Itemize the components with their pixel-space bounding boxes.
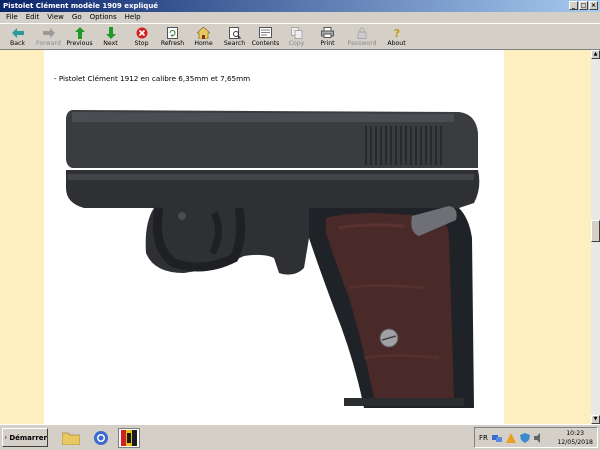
clock-time: 10:23 [566,430,585,437]
svg-text:?: ? [393,27,399,39]
minimize-button[interactable]: _ [569,1,578,10]
stop-button[interactable]: Stop [126,24,157,49]
menu-view[interactable]: View [43,12,68,23]
next-label: Next [103,40,118,47]
menu-edit[interactable]: Edit [22,12,44,23]
menu-bar: File Edit View Go Options Help [0,12,600,23]
menu-options[interactable]: Options [86,12,121,23]
password-label: Password [347,40,377,47]
home-label: Home [194,40,213,47]
taskbar-app-help[interactable] [118,428,140,448]
window-controls: _ □ × [569,1,598,10]
refresh-label: Refresh [160,40,185,47]
search-button[interactable]: Search [219,24,250,49]
copy-icon [290,26,304,39]
network-icon[interactable] [491,433,502,443]
password-button[interactable]: Password [343,24,381,49]
forward-button[interactable]: Forward [33,24,64,49]
print-label: Print [320,40,335,47]
folder-icon [62,432,80,445]
shield-icon[interactable] [519,432,530,443]
help-app-icon [121,430,137,446]
back-arrow-icon [11,26,25,39]
previous-label: Previous [66,40,93,47]
down-arrow-icon [104,26,118,39]
search-icon [228,26,242,39]
quicklaunch-browser[interactable] [90,428,112,448]
menu-help[interactable]: Help [121,12,145,23]
copy-label: Copy [288,40,305,47]
page-caption: - Pistolet Clément 1912 en calibre 6,35m… [54,74,251,83]
volume-icon[interactable] [533,432,544,443]
scroll-up-arrow-icon[interactable]: ▲ [591,50,600,59]
scroll-thumb[interactable] [591,220,600,242]
scroll-down-arrow-icon[interactable]: ▼ [591,415,600,424]
taskbar: Démarrer FR 10:23 12/05/2018 [0,424,600,450]
clock-date: 12/05/2018 [557,439,593,446]
stop-icon [135,26,149,39]
previous-button[interactable]: Previous [64,24,95,49]
contents-icon [259,26,273,39]
contents-label: Contents [251,40,280,47]
menu-file[interactable]: File [2,12,22,23]
start-label: Démarrer [9,433,47,442]
start-button[interactable]: Démarrer [2,428,48,447]
quicklaunch-folder[interactable] [60,428,82,448]
print-icon [321,26,335,39]
home-button[interactable]: Home [188,24,219,49]
menu-go[interactable]: Go [68,12,86,23]
maximize-button[interactable]: □ [579,1,588,10]
browser-icon [94,431,108,445]
back-button[interactable]: Back [2,24,33,49]
stop-label: Stop [134,40,149,47]
forward-arrow-icon [42,26,56,39]
next-button[interactable]: Next [95,24,126,49]
window-title: Pistolet Clément modèle 1909 expliqué [3,2,159,10]
refresh-button[interactable]: Refresh [157,24,188,49]
up-arrow-icon [73,26,87,39]
contents-button[interactable]: Contents [250,24,281,49]
content-area: - Pistolet Clément 1912 en calibre 6,35m… [0,50,591,424]
language-indicator[interactable]: FR [479,434,488,442]
clock[interactable]: 10:23 12/05/2018 [557,429,593,447]
home-icon [197,26,211,39]
password-icon [355,26,369,39]
refresh-icon [166,26,180,39]
vertical-scrollbar[interactable]: ▲ ▼ [591,50,600,424]
warning-icon[interactable] [505,432,516,443]
about-button[interactable]: ? About [381,24,412,49]
back-label: Back [9,40,26,47]
forward-label: Forward [36,40,61,47]
print-button[interactable]: Print [312,24,343,49]
about-label: About [387,40,406,47]
close-button[interactable]: × [589,1,598,10]
window-titlebar[interactable]: Pistolet Clément modèle 1909 expliqué _ … [0,0,600,12]
search-label: Search [223,40,246,47]
toolbar: Back Forward Previous Next Stop Refresh [0,23,600,50]
pistol-image [66,110,480,408]
copy-button[interactable]: Copy [281,24,312,49]
page-body: - Pistolet Clément 1912 en calibre 6,35m… [44,50,504,424]
windows-logo-icon [5,436,8,439]
system-tray: FR 10:23 12/05/2018 [474,427,598,448]
about-icon: ? [390,26,404,39]
